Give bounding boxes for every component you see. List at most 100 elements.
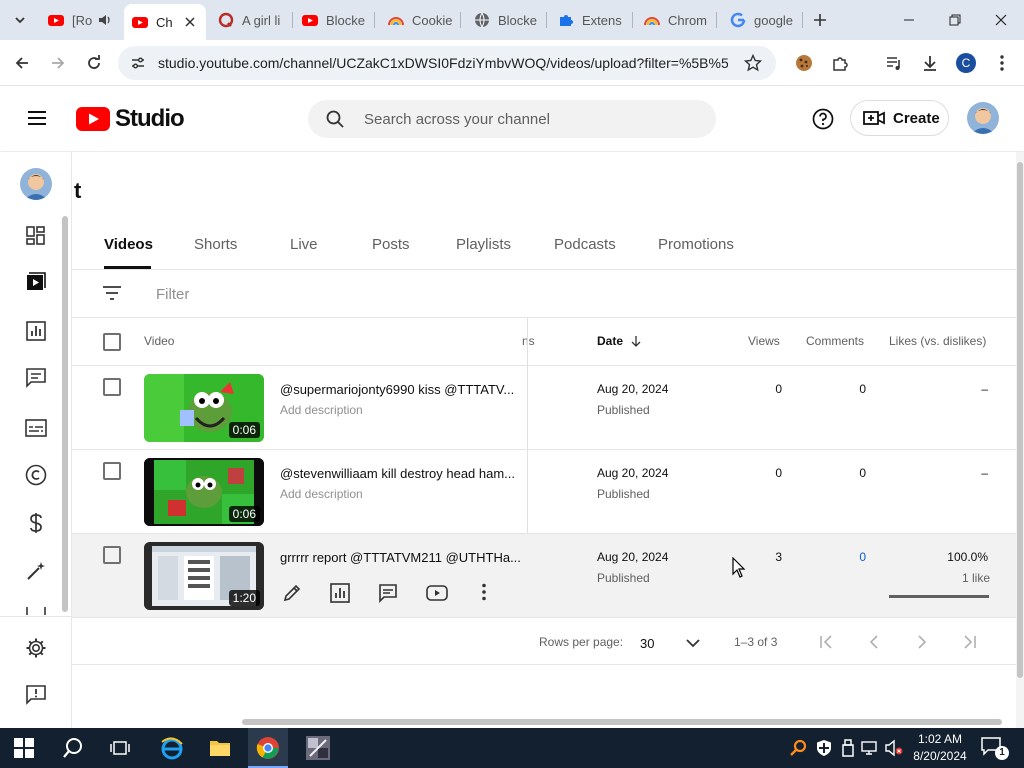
first-page-button[interactable] [818,634,834,650]
taskbar-chrome-button[interactable] [248,728,288,768]
network-icon[interactable] [860,738,880,758]
next-page-button[interactable] [914,634,930,650]
filter-button[interactable] [102,285,122,301]
nav-scrollbar[interactable] [62,216,68,612]
usb-icon[interactable] [838,738,858,758]
extensions-button[interactable] [826,49,854,77]
table-row[interactable]: 0:06 @supermariojonty6990 kiss @TTTATV..… [72,366,1016,450]
windows-security-icon[interactable] [814,738,834,758]
browser-tab[interactable]: Extens [558,6,624,34]
tab-shorts[interactable]: Shorts [194,236,237,253]
taskbar-search-button[interactable] [62,737,84,759]
new-tab-button[interactable] [808,8,832,32]
tab-search-button[interactable] [8,8,32,32]
downloads-button[interactable] [916,49,944,77]
video-thumbnail[interactable]: 0:06 [144,374,264,442]
nav-comments[interactable] [24,366,48,390]
tab-videos[interactable]: Videos [104,236,153,253]
browser-tab[interactable]: Blocke [474,6,540,34]
video-title[interactable]: grrrrr report @TTTATVM211 @UTHTHa... [280,550,521,565]
nav-content[interactable] [24,270,48,294]
volume-muted-icon[interactable] [884,738,904,758]
details-button[interactable] [282,583,302,603]
analytics-button[interactable] [330,583,350,603]
task-view-button[interactable] [110,738,130,758]
tab-playlists[interactable]: Playlists [456,236,511,253]
nav-customization[interactable] [24,559,48,583]
account-avatar[interactable] [967,102,999,134]
tray-search-app-icon[interactable] [788,738,808,758]
nav-subtitles[interactable] [24,416,48,440]
browser-tab[interactable]: Cookie [388,6,454,34]
browser-tab[interactable]: [Ro [48,6,118,34]
taskbar-edge-button[interactable] [160,736,184,760]
profile-button[interactable]: C [952,49,980,77]
speaker-icon[interactable] [98,13,112,27]
previous-page-button[interactable] [866,634,882,650]
nav-feedback[interactable] [24,683,48,707]
video-comments[interactable]: 0 [856,550,866,564]
video-thumbnail[interactable]: 0:06 [144,458,264,526]
chrome-menu-button[interactable] [988,49,1016,77]
minimize-button[interactable] [886,0,932,40]
restore-button[interactable] [932,0,978,40]
last-page-button[interactable] [962,634,978,650]
nav-analytics[interactable] [24,319,48,343]
start-button[interactable] [14,738,34,758]
video-description[interactable]: Add description [280,403,363,417]
close-window-button[interactable] [978,0,1024,40]
nav-dashboard[interactable] [24,224,48,248]
media-controls-button[interactable] [880,49,908,77]
column-date[interactable]: Date [597,334,642,348]
column-likes[interactable]: Likes (vs. dislikes) [889,334,986,348]
nav-audio-library[interactable] [24,607,48,615]
close-tab-icon[interactable] [185,17,195,27]
browser-tab[interactable]: Blocke [302,6,368,34]
create-button[interactable]: Create [850,100,949,136]
forward-button[interactable] [44,49,72,77]
tab-promotions[interactable]: Promotions [658,236,734,253]
comments-button[interactable] [378,583,398,603]
browser-tab[interactable]: google [730,6,796,34]
taskbar-clock[interactable]: 1:02 AM 8/20/2024 [912,731,968,765]
channel-search[interactable]: Search across your channel [308,100,716,138]
tab-live[interactable]: Live [290,236,318,253]
taskbar-file-explorer-button[interactable] [208,736,232,760]
cookie-extension-button[interactable] [790,49,818,77]
row-checkbox[interactable] [103,462,121,480]
bookmark-star-icon[interactable] [744,54,762,72]
row-checkbox[interactable] [103,378,121,396]
table-row[interactable]: 0:06 @stevenwilliaam kill destroy head h… [72,450,1016,534]
horizontal-scrollbar[interactable] [242,719,1002,725]
table-row-hovered[interactable]: 1:20 grrrrr report @TTTATVM211 @UTHTHa..… [72,534,1016,618]
hamburger-menu-button[interactable] [26,107,50,131]
page-scrollbar-thumb[interactable] [1017,162,1023,678]
browser-tab-active[interactable]: Ch [124,4,206,40]
help-button[interactable] [811,107,835,131]
column-views[interactable]: Views [748,334,780,348]
view-on-youtube-button[interactable] [426,583,448,603]
action-center-button[interactable]: 1 [980,736,1009,760]
site-info-icon[interactable] [130,55,146,71]
taskbar-app-button[interactable] [306,736,330,760]
video-title[interactable]: @stevenwilliaam kill destroy head ham... [280,466,515,481]
channel-avatar[interactable] [20,168,52,200]
back-button[interactable] [8,49,36,77]
address-bar[interactable]: studio.youtube.com/channel/UCZakC1xDWSI0… [118,46,776,80]
reload-button[interactable] [80,49,108,77]
options-button[interactable] [482,583,486,601]
nav-earn[interactable] [24,511,48,535]
browser-tab[interactable]: A girl li [218,6,284,34]
tab-podcasts[interactable]: Podcasts [554,236,616,253]
tab-posts[interactable]: Posts [372,236,410,253]
select-all-checkbox[interactable] [103,333,121,351]
video-thumbnail[interactable]: 1:20 [144,542,264,610]
video-title[interactable]: @supermariojonty6990 kiss @TTTATV... [280,382,514,397]
video-description[interactable]: Add description [280,487,363,501]
column-comments[interactable]: Comments [806,334,864,348]
row-checkbox[interactable] [103,546,121,564]
nav-copyright[interactable] [24,463,48,487]
column-video[interactable]: Video [144,334,174,348]
rows-per-page-select[interactable]: 30 [640,633,704,653]
filter-input[interactable]: Filter [156,286,189,303]
